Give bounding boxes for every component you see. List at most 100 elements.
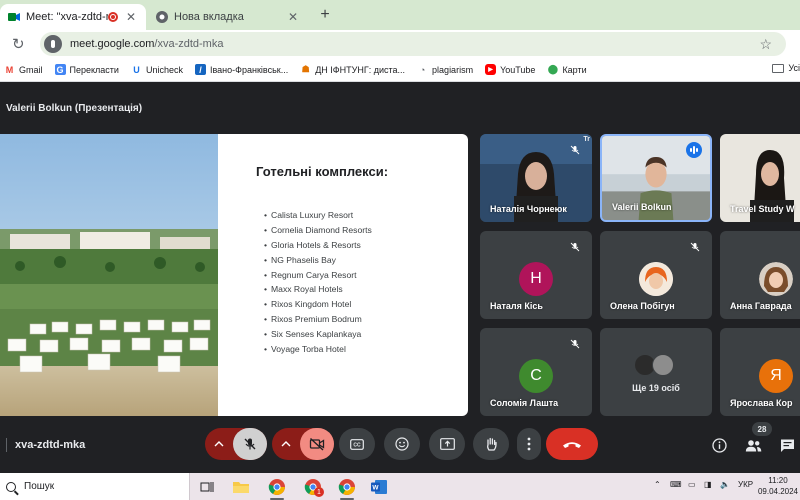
task-view-icon bbox=[200, 482, 214, 492]
bookmark-label: Unicheck bbox=[145, 64, 183, 75]
file-explorer-button[interactable] bbox=[230, 477, 252, 497]
bookmark-maps[interactable]: ⬤ Карти bbox=[547, 64, 587, 75]
participant-name: Анна Гаврада bbox=[730, 301, 792, 311]
bookmark-site-icon: / bbox=[194, 64, 206, 75]
browser-toolbar: ↻ meet.google.com/xva-zdtd-mka ☆ bbox=[0, 30, 800, 58]
close-tab-icon[interactable]: ✕ bbox=[124, 10, 138, 24]
camera-toggle-button[interactable] bbox=[300, 428, 334, 460]
maps-icon: ⬤ bbox=[547, 64, 558, 74]
taskbar-search-box[interactable]: Пошук bbox=[0, 473, 190, 500]
windows-taskbar: Пошук 1 W ⌃ ⌨ ▭ ◨ 🔈 УКР 11:20 09.04.2024 bbox=[0, 473, 800, 500]
clock[interactable]: 11:20 09.04.2024 bbox=[756, 475, 800, 497]
participant-tile[interactable]: Я Ярослава Кор bbox=[720, 328, 800, 416]
participant-tile[interactable]: Travel Study W bbox=[720, 134, 800, 222]
participant-tile[interactable]: Н Наталя Кісь bbox=[480, 231, 592, 319]
search-icon bbox=[6, 481, 16, 492]
bookmark-label: Gmail bbox=[19, 64, 43, 75]
list-item: Maxx Royal Hotels bbox=[264, 284, 372, 299]
video-options-chevron-up-icon[interactable] bbox=[272, 441, 300, 447]
avatar: С bbox=[519, 359, 553, 393]
raise-hand-button[interactable] bbox=[473, 428, 509, 460]
bookmark-unicheck[interactable]: U Unicheck bbox=[131, 64, 183, 75]
participant-tile[interactable]: С Соломія Лашта bbox=[480, 328, 592, 416]
participant-tile[interactable]: Олена Побігун bbox=[600, 231, 712, 319]
task-view-button[interactable] bbox=[196, 477, 218, 497]
present-screen-button[interactable] bbox=[429, 428, 465, 460]
network-icon[interactable]: ◨ bbox=[704, 480, 712, 489]
microphone-toggle-button[interactable] bbox=[233, 428, 267, 460]
url-path: /xva-zdtd-mka bbox=[154, 38, 224, 50]
chrome-second-taskbar-button[interactable] bbox=[336, 477, 358, 500]
more-vert-icon bbox=[527, 437, 531, 451]
new-tab-button[interactable]: + bbox=[316, 6, 334, 24]
participant-name: Соломія Лашта bbox=[490, 398, 559, 408]
bookmark-label: ДН ІФНТУНГ: диста... bbox=[315, 64, 406, 75]
tab-title: Meet: "xva-zdtd-mka" bbox=[26, 11, 108, 23]
participant-tile[interactable]: Valerii Bolkun bbox=[600, 134, 712, 222]
url-text[interactable]: meet.google.com/xva-zdtd-mka bbox=[70, 38, 759, 50]
translate-icon: G bbox=[54, 64, 66, 75]
avatar bbox=[639, 262, 673, 296]
slide-title: Готельні комплекси: bbox=[256, 164, 389, 179]
avatar bbox=[652, 354, 674, 376]
all-bookmarks-folder[interactable]: Усі bbox=[772, 63, 800, 73]
browser-tab-strip: Meet: "xva-zdtd-mka" ✕ Нова вкладка ✕ + bbox=[0, 0, 800, 30]
tab-meet[interactable]: Meet: "xva-zdtd-mka" ✕ bbox=[0, 4, 146, 30]
chrome-icon bbox=[338, 479, 355, 495]
bookmark-translate[interactable]: G Перекласти bbox=[54, 64, 119, 75]
people-button[interactable] bbox=[742, 434, 764, 456]
volume-icon[interactable]: 🔈 bbox=[720, 480, 730, 489]
audio-options-chevron-up-icon[interactable] bbox=[205, 441, 233, 447]
bookmark-star-icon[interactable]: ☆ bbox=[759, 36, 772, 53]
notification-badge: 1 bbox=[314, 487, 324, 497]
call-end-icon bbox=[563, 441, 581, 448]
meeting-details-button[interactable] bbox=[708, 434, 730, 456]
more-participants-tile[interactable]: Ще 19 осіб bbox=[600, 328, 712, 416]
muted-mic-icon bbox=[568, 240, 582, 254]
hand-icon bbox=[486, 437, 497, 451]
meeting-code: xva-zdtd-mka bbox=[15, 439, 86, 451]
stacked-avatars bbox=[634, 354, 678, 376]
participant-name: Valerii Bolkun bbox=[612, 202, 672, 212]
close-tab-icon[interactable]: ✕ bbox=[286, 10, 300, 24]
reactions-button[interactable] bbox=[384, 428, 420, 460]
closed-captions-icon: CC bbox=[350, 438, 364, 450]
captions-button[interactable]: CC bbox=[339, 428, 375, 460]
more-participants-label: Ще 19 осіб bbox=[632, 383, 680, 393]
folder-icon bbox=[772, 63, 785, 73]
clock-time: 11:20 bbox=[768, 476, 788, 485]
gmail-icon: M bbox=[5, 64, 14, 75]
chrome-taskbar-button[interactable] bbox=[266, 477, 288, 500]
microphone-control bbox=[205, 428, 267, 460]
tab-new-tab[interactable]: Нова вкладка ✕ bbox=[148, 4, 308, 30]
more-options-button[interactable] bbox=[517, 428, 541, 460]
leave-call-button[interactable] bbox=[546, 428, 598, 460]
bookmark-plagiarism[interactable]: ◔ plagiarism bbox=[417, 64, 473, 75]
language-indicator[interactable]: УКР bbox=[738, 480, 753, 489]
participant-tile[interactable]: Tr Наталія Чорнеюк bbox=[480, 134, 592, 222]
chat-button[interactable] bbox=[776, 434, 798, 456]
display-icon[interactable]: ▭ bbox=[688, 480, 696, 489]
tray-chevron-up-icon[interactable]: ⌃ bbox=[654, 480, 661, 489]
folder-label: Усі bbox=[788, 63, 800, 73]
reload-icon[interactable]: ↻ bbox=[12, 35, 25, 53]
chrome-profile-taskbar-button[interactable]: 1 bbox=[302, 477, 324, 497]
participant-name: Наталя Кісь bbox=[490, 301, 543, 311]
bookmark-youtube[interactable]: ▶ YouTube bbox=[485, 64, 535, 75]
participant-name: Наталія Чорнеюк bbox=[490, 204, 567, 214]
word-taskbar-button[interactable]: W bbox=[368, 477, 390, 497]
bookmark-ivano-frankivsk[interactable]: / Івано-Франківськ... bbox=[194, 64, 288, 75]
address-bar[interactable]: meet.google.com/xva-zdtd-mka ☆ bbox=[40, 32, 786, 56]
url-host: meet.google.com bbox=[70, 38, 155, 50]
svg-text:W: W bbox=[372, 485, 379, 492]
bookmarks-bar: M Gmail G Перекласти U Unicheck / Івано-Фран… bbox=[0, 58, 800, 82]
input-indicator-icon[interactable]: ⌨ bbox=[670, 480, 682, 489]
bookmark-dn-ifntung[interactable]: ☗ ДН ІФНТУНГ: диста... bbox=[300, 64, 405, 75]
microphone-site-icon[interactable] bbox=[44, 35, 62, 53]
bookmark-gmail[interactable]: M Gmail bbox=[4, 64, 43, 75]
meeting-code-area: xva-zdtd-mka bbox=[6, 438, 85, 452]
present-to-all-icon bbox=[439, 438, 455, 450]
participant-tile[interactable]: Анна Гаврада bbox=[720, 231, 800, 319]
youtube-icon: ▶ bbox=[485, 64, 497, 75]
list-item: Cornelia Diamond Resorts bbox=[264, 225, 372, 240]
